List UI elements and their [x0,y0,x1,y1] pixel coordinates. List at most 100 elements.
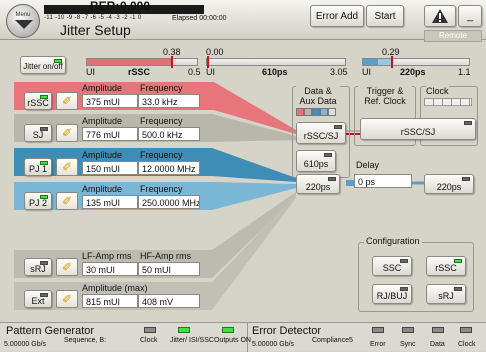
srj-config-button[interactable]: sRJ [426,284,466,304]
pg-outputs-led [222,327,234,333]
sj-freq-header: Frequency [140,116,183,126]
srj-edit-button[interactable]: ✐ [56,258,78,276]
srj-toggle-button[interactable]: sRJ [24,258,52,276]
220ps-data-label: 220ps [305,181,331,192]
pj1-amp-header: Amplitude [82,150,123,160]
data-aux-legend [296,108,336,116]
pj1-edit-button[interactable]: ✐ [56,158,78,176]
rj-buj-config-label: RJ/BUJ [376,291,408,301]
pj1-led [40,161,48,165]
pj1-frequency-field[interactable]: 12.0000 MHz [138,161,200,175]
rssc-sj-data-led [334,125,342,129]
ssc-config-button[interactable]: SSC [372,256,412,276]
rssc-sj-data-label: rSSC/SJ [303,130,339,141]
pj1-freq-header: Frequency [140,150,183,160]
rssc-amp-header: Amplitude [82,83,123,93]
ed-error: Error [370,341,386,348]
220ps-data-led [328,177,336,181]
sj-label: SJ [32,130,44,140]
ed-sync: Sync [400,341,416,348]
pj2-label: PJ 2 [28,198,47,208]
ext-voltage-field[interactable]: 408 mV [138,294,200,308]
trigger-title: Trigger & Ref. Clock [358,86,412,106]
sj-frequency-field[interactable]: 500.0 kHz [138,127,200,141]
rssc-sj-data-button[interactable]: rSSC/SJ [296,122,346,144]
220ps-clock-label: 220ps [436,181,462,192]
srj-config-label: sRJ [438,291,454,301]
srj-hf-field[interactable]: 50 mUI [138,262,200,276]
pg-rate: 5.00000 Gb/s [4,341,47,348]
sj-led [40,127,48,131]
sj-amplitude-field[interactable]: 776 mUI [82,127,138,141]
ed-error-led [372,327,384,333]
sj-edit-button[interactable]: ✐ [56,124,78,142]
ed-data-led [432,327,444,333]
rssc-config-button[interactable]: rSSC [426,256,466,276]
pg-sequence: Sequence, B: [64,337,107,344]
rj-buj-led [400,287,408,291]
pg-title: Pattern Generator [6,325,95,337]
ed-title: Error Detector [252,325,322,337]
rj-buj-config-button[interactable]: RJ/BUJ [372,284,412,304]
wrench-icon: ✐ [61,94,73,108]
pj1-toggle-button[interactable]: PJ 1 [24,158,52,176]
srj-led [40,261,48,265]
pg-jitter: Jitter/ ISI/SSC [170,337,214,344]
pg-outputs: Outputs ON [214,337,251,344]
ed-clock: Clock [458,341,476,348]
pj2-frequency-field[interactable]: 250.0000 MHz [138,195,200,209]
rssc-config-led [454,259,462,263]
srj-lf-header: LF-Amp rms [82,251,132,261]
ed-compliance: Compliance5 [312,337,353,344]
srj-label: sRJ [30,264,46,274]
pj1-label: PJ 1 [28,164,47,174]
srj-lf-field[interactable]: 30 mUI [82,262,138,276]
ext-amp-header: Amplitude (max) [82,283,148,293]
rssc-led [40,95,48,99]
pg-clock-led [144,327,156,333]
wrench-icon: ✐ [61,126,73,140]
clock-title: Clock [426,86,449,96]
ed-data: Data [430,341,445,348]
wrench-icon: ✐ [61,260,73,274]
610ps-button[interactable]: 610ps [296,150,336,172]
rssc-sj-clock-button[interactable]: rSSC/SJ [360,118,476,140]
rssc-config-label: rSSC [435,263,457,273]
rssc-freq-header: Frequency [140,83,183,93]
rssc-edit-button[interactable]: ✐ [56,92,78,110]
610ps-led [324,153,332,157]
ed-sync-led [402,327,414,333]
ssc-config-label: SSC [382,263,402,273]
wrench-icon: ✐ [61,292,73,306]
pg-jitter-led [178,327,190,333]
ext-edit-button[interactable]: ✐ [56,290,78,308]
pj2-led [40,195,48,199]
ext-label: Ext [31,296,45,306]
ext-toggle-button[interactable]: Ext [24,290,52,308]
ed-rate: 5.00000 Gb/s [252,341,295,348]
pj2-amplitude-field[interactable]: 135 mUI [82,195,138,209]
pj2-toggle-button[interactable]: PJ 2 [24,192,52,210]
rssc-toggle-button[interactable]: rSSC [24,92,52,110]
pj2-amp-header: Amplitude [82,184,123,194]
status-bar: Pattern Generator 5.00000 Gb/s Sequence,… [0,322,486,352]
rssc-sj-clock-led [464,121,472,125]
configuration-title: Configuration [364,236,422,246]
ext-amplitude-field[interactable]: 815 mUI [82,294,138,308]
srj-config-led [454,287,462,291]
srj-hf-header: HF-Amp rms [140,251,191,261]
220ps-data-button[interactable]: 220ps [296,174,340,194]
pj2-edit-button[interactable]: ✐ [56,192,78,210]
delay-label: Delay [356,160,380,170]
ext-led [40,293,48,297]
220ps-clock-button[interactable]: 220ps [424,174,474,194]
rssc-sj-clock-label: rSSC/SJ [400,126,436,137]
ed-clock-led [460,327,472,333]
sj-amp-header: Amplitude [82,116,123,126]
220ps-clock-led [462,177,470,181]
pj1-amplitude-field[interactable]: 150 mUI [82,161,138,175]
rssc-amplitude-field[interactable]: 375 mUI [82,94,138,108]
rssc-frequency-field[interactable]: 33.0 kHz [138,94,200,108]
sj-toggle-button[interactable]: SJ [24,124,52,142]
delay-field[interactable]: 0 ps [354,174,412,188]
